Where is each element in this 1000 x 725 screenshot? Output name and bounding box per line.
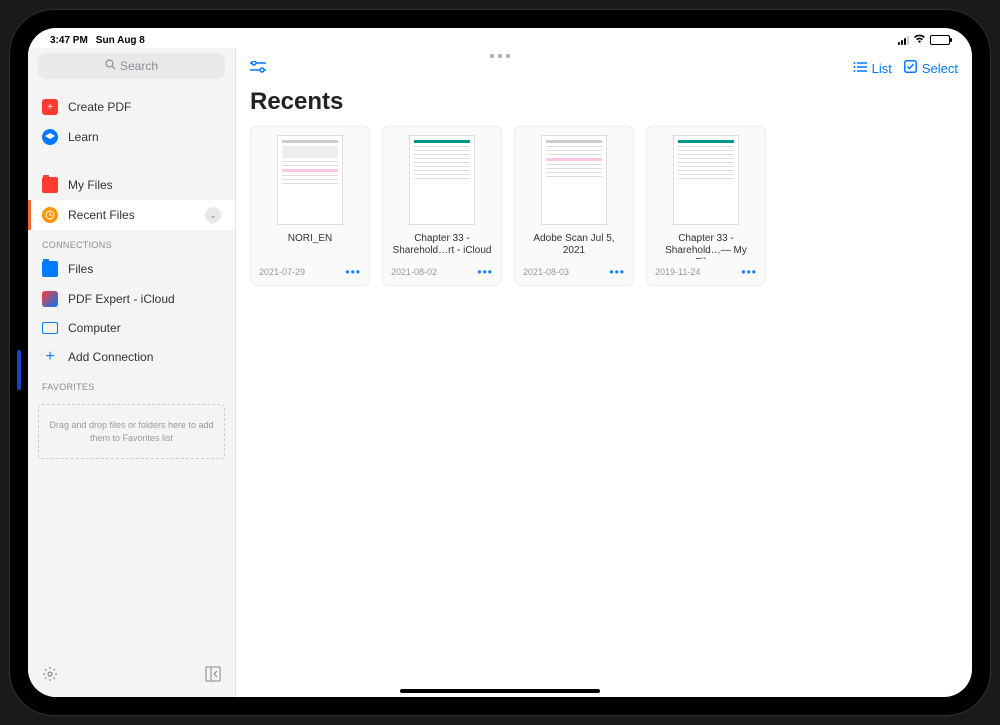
favorites-header: FAVORITES (28, 372, 235, 396)
file-name: NORI_EN (259, 233, 361, 259)
monitor-icon (42, 322, 58, 334)
sidebar-item-my-files[interactable]: My Files (28, 170, 235, 200)
sidebar-item-label: Files (68, 262, 93, 276)
list-label: List (872, 61, 892, 76)
app-content: Search + Create PDF Learn (28, 48, 972, 697)
file-card[interactable]: Chapter 33 - Sharehold…— My Files 2019-1… (646, 126, 766, 286)
filter-button[interactable] (250, 60, 266, 76)
status-bar: 3:47 PM Sun Aug 8 (28, 28, 972, 48)
sidebar-item-computer[interactable]: Computer (28, 314, 235, 342)
check-square-icon (904, 60, 917, 76)
list-icon (853, 61, 867, 76)
search-placeholder: Search (120, 59, 158, 73)
settings-button[interactable] (42, 666, 58, 687)
main-area: List Select Recents NO (236, 48, 972, 697)
document-plus-icon: + (42, 99, 58, 115)
sidebar-item-label: Add Connection (68, 350, 153, 364)
more-button[interactable]: ••• (741, 265, 757, 279)
toolbar: List Select (236, 48, 972, 88)
file-thumbnail (409, 135, 475, 225)
more-button[interactable]: ••• (345, 265, 361, 279)
sidebar-item-pdf-expert-icloud[interactable]: PDF Expert - iCloud (28, 284, 235, 314)
favorites-dropzone[interactable]: Drag and drop files or folders here to a… (38, 404, 225, 459)
sidebar-item-files[interactable]: Files (28, 254, 235, 284)
search-icon (105, 59, 116, 73)
file-date: 2019-11-24 (655, 267, 700, 277)
status-time: 3:47 PM (50, 35, 88, 46)
connections-header: CONNECTIONS (28, 230, 235, 254)
page-title: Recents (236, 88, 972, 126)
sidebar-item-label: Learn (68, 130, 99, 144)
file-thumbnail (541, 135, 607, 225)
file-name: Adobe Scan Jul 5, 2021 (523, 233, 625, 259)
sidebar-item-add-connection[interactable]: + Add Connection (28, 342, 235, 372)
more-button[interactable]: ••• (609, 265, 625, 279)
sidebar-item-label: Recent Files (68, 208, 135, 222)
sidebar-item-create-pdf[interactable]: + Create PDF (28, 92, 235, 122)
multitask-handle[interactable] (490, 54, 510, 58)
collapse-sidebar-button[interactable] (205, 666, 221, 687)
graduation-cap-icon (42, 129, 58, 145)
file-date: 2021-08-03 (523, 267, 569, 277)
file-name: Chapter 33 - Sharehold…rt - iCloud (391, 233, 493, 259)
battery-icon (930, 35, 950, 45)
clock-icon (42, 207, 58, 223)
sidebar-item-recent-files[interactable]: Recent Files ⌄ (28, 200, 235, 230)
wifi-icon (913, 34, 926, 47)
file-card[interactable]: Adobe Scan Jul 5, 2021 2021-08-03 ••• (514, 126, 634, 286)
folder-icon (42, 177, 58, 193)
file-card[interactable]: NORI_EN 2021-07-29 ••• (250, 126, 370, 286)
select-label: Select (922, 61, 958, 76)
sidebar-item-label: Create PDF (68, 100, 131, 114)
signal-icon (898, 36, 909, 45)
select-button[interactable]: Select (904, 60, 958, 76)
sidebar-item-learn[interactable]: Learn (28, 122, 235, 152)
list-view-button[interactable]: List (853, 61, 892, 76)
more-button[interactable]: ••• (477, 265, 493, 279)
file-name: Chapter 33 - Sharehold…— My Files (655, 233, 757, 259)
sidebar: Search + Create PDF Learn (28, 48, 236, 697)
sidebar-list: + Create PDF Learn My Files (28, 84, 235, 656)
plus-icon: + (42, 349, 58, 365)
tablet-frame: 3:47 PM Sun Aug 8 Search (10, 10, 990, 715)
status-date: Sun Aug 8 (96, 35, 145, 46)
sidebar-item-label: My Files (68, 178, 113, 192)
file-date: 2021-08-02 (391, 267, 437, 277)
file-thumbnail (277, 135, 343, 225)
app-icon (42, 291, 58, 307)
screen: 3:47 PM Sun Aug 8 Search (28, 28, 972, 697)
file-card[interactable]: Chapter 33 - Sharehold…rt - iCloud 2021-… (382, 126, 502, 286)
folder-icon (42, 261, 58, 277)
file-date: 2021-07-29 (259, 267, 305, 277)
chevron-down-icon[interactable]: ⌄ (205, 207, 221, 223)
volume-indicator (17, 350, 21, 390)
file-grid: NORI_EN 2021-07-29 ••• Chapter 33 - Shar… (236, 126, 972, 286)
sidebar-item-label: Computer (68, 321, 121, 335)
search-input[interactable]: Search (38, 53, 225, 79)
file-thumbnail (673, 135, 739, 225)
home-indicator[interactable] (400, 689, 600, 693)
sidebar-item-label: PDF Expert - iCloud (68, 292, 175, 306)
